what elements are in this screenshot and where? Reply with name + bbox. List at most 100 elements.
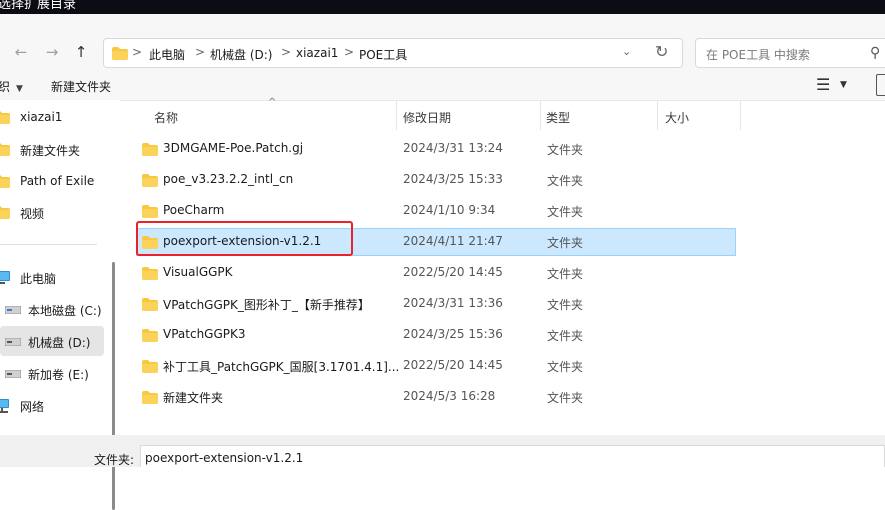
file-date: 2024/5/3 16:28 — [403, 389, 496, 403]
forward-button[interactable]: → — [41, 41, 63, 63]
folder-icon — [0, 206, 10, 219]
sidebar-item-path-of-exile[interactable]: Path of Exile — [0, 166, 104, 196]
folder-icon — [0, 111, 10, 124]
breadcrumb-separator: > — [132, 45, 143, 59]
folder-icon — [142, 391, 158, 404]
file-date: 2022/5/20 14:45 — [403, 358, 503, 372]
column-header-size[interactable]: 大小 — [665, 109, 689, 126]
file-type: 文件夹 — [547, 205, 584, 219]
address-history-dropdown[interactable]: ⌄ — [622, 45, 631, 58]
search-box[interactable]: 在 POE工具 中搜索 ⚲ — [695, 38, 885, 68]
sidebar-item-drive-e[interactable]: 新加卷 (E:) — [0, 358, 104, 388]
command-bar: 织 ▼ 新建文件夹 ☰ ▼ — [0, 70, 885, 101]
folder-name-input[interactable]: poexport-extension-v1.2.1 — [140, 445, 885, 467]
drive-icon — [5, 338, 21, 346]
file-name: 补丁工具_PatchGGPK_国服[3.1701.4.1]... — [163, 360, 400, 374]
folder-icon — [142, 143, 158, 156]
details-pane-button[interactable] — [876, 74, 885, 96]
view-options-icon[interactable]: ☰ — [816, 75, 830, 94]
file-name: VisualGGPK — [163, 265, 233, 279]
column-header-name[interactable]: 名称 — [154, 109, 178, 126]
file-date: 2024/3/31 13:36 — [403, 296, 503, 310]
search-placeholder: 在 POE工具 中搜索 — [706, 48, 810, 62]
breadcrumb-xiazai1[interactable]: xiazai1 — [296, 46, 338, 60]
column-header-modified[interactable]: 修改日期 — [403, 109, 451, 126]
file-row[interactable]: 新建文件夹 2024/5/3 16:28 文件夹 — [136, 383, 736, 411]
refresh-icon[interactable]: ↻ — [655, 42, 668, 61]
up-button[interactable]: ↑ — [70, 41, 92, 63]
sidebar-item-label: xiazai1 — [20, 110, 63, 124]
file-row[interactable]: VPatchGGPK_图形补丁_【新手推荐】 2024/3/31 13:36 文… — [136, 290, 736, 318]
file-date: 2024/4/11 21:47 — [403, 234, 503, 248]
breadcrumb-separator: > — [344, 45, 355, 59]
sidebar-item-label: 此电脑 — [20, 272, 57, 286]
sidebar-scrollbar[interactable] — [112, 262, 115, 510]
navigation-pane: xiazai1 新建文件夹 Path of Exile 视频 此电脑 本地磁盘 … — [0, 100, 120, 510]
file-row[interactable]: poe_v3.23.2.2_intl_cn 2024/3/25 15:33 文件… — [136, 166, 736, 194]
divider — [0, 244, 97, 245]
folder-field-label: 文件夹: — [94, 453, 135, 467]
sidebar-item-drive-d[interactable]: 机械盘 (D:) — [0, 326, 104, 356]
sidebar-item-label: Path of Exile — [20, 174, 95, 188]
folder-selection-bar: 文件夹: poexport-extension-v1.2.1 — [0, 435, 885, 467]
column-header-type[interactable]: 类型 — [546, 109, 570, 126]
file-row[interactable]: VisualGGPK 2022/5/20 14:45 文件夹 — [136, 259, 736, 287]
title-bar: 选择扩展目录 — [0, 0, 885, 14]
sidebar-item-xiazai1[interactable]: xiazai1 — [0, 102, 104, 132]
sidebar-item-label: 网络 — [20, 400, 45, 414]
column-divider[interactable] — [657, 100, 658, 130]
sidebar-item-label: 视频 — [20, 207, 45, 221]
file-type: 文件夹 — [547, 298, 584, 312]
file-name: PoeCharm — [163, 203, 225, 217]
file-date: 2024/3/31 13:24 — [403, 141, 503, 155]
sidebar-item-drive-c[interactable]: 本地磁盘 (C:) — [0, 294, 104, 324]
breadcrumb-separator: > — [281, 45, 292, 59]
column-divider[interactable] — [396, 100, 397, 130]
file-date: 2024/1/10 9:34 — [403, 203, 496, 217]
address-bar[interactable]: > 此电脑 > 机械盘 (D:) > xiazai1 > POE工具 ⌄ ↻ — [103, 38, 683, 68]
file-row[interactable]: 补丁工具_PatchGGPK_国服[3.1701.4.1]... 2022/5/… — [136, 352, 736, 380]
folder-icon — [0, 175, 10, 188]
file-type: 文件夹 — [547, 174, 584, 188]
chevron-down-icon[interactable]: ▼ — [840, 80, 847, 90]
column-header-row: ^ 名称 修改日期 类型 大小 — [121, 97, 885, 130]
sidebar-item-label: 新建文件夹 — [20, 144, 81, 158]
column-divider[interactable] — [740, 100, 741, 130]
file-type: 文件夹 — [547, 329, 584, 343]
sidebar-item-label: 新加卷 (E:) — [28, 368, 89, 382]
network-icon — [0, 399, 9, 413]
file-name: 3DMGAME-Poe.Patch.gj — [163, 141, 304, 155]
folder-icon — [142, 205, 158, 218]
sidebar-item-network[interactable]: 网络 — [0, 390, 104, 420]
file-name: 新建文件夹 — [163, 391, 224, 405]
file-type: 文件夹 — [547, 236, 584, 250]
breadcrumb-drive-d[interactable]: 机械盘 (D:) — [210, 46, 272, 63]
file-name: VPatchGGPK_图形补丁_【新手推荐】 — [163, 298, 370, 312]
sidebar-item-label: 机械盘 (D:) — [28, 336, 91, 350]
folder-icon — [142, 298, 158, 311]
folder-icon — [142, 329, 158, 342]
sidebar-item-videos[interactable]: 视频 — [0, 197, 104, 227]
file-row[interactable]: 3DMGAME-Poe.Patch.gj 2024/3/31 13:24 文件夹 — [136, 135, 736, 163]
organize-button[interactable]: 织 ▼ — [0, 78, 23, 95]
new-folder-button[interactable]: 新建文件夹 — [51, 78, 111, 95]
sidebar-item-new-folder[interactable]: 新建文件夹 — [0, 134, 104, 164]
organize-label: 织 — [0, 80, 11, 94]
folder-icon — [142, 174, 158, 187]
folder-name-value: poexport-extension-v1.2.1 — [145, 451, 304, 465]
file-date: 2024/3/25 15:33 — [403, 172, 503, 186]
file-name: VPatchGGPK3 — [163, 327, 246, 341]
sidebar-item-this-pc[interactable]: 此电脑 — [0, 262, 104, 292]
file-row[interactable]: VPatchGGPK3 2024/3/25 15:36 文件夹 — [136, 321, 736, 349]
breadcrumb-poe-tools[interactable]: POE工具 — [359, 46, 407, 63]
column-divider[interactable] — [540, 100, 541, 130]
back-button[interactable]: ← — [10, 41, 32, 63]
file-type: 文件夹 — [547, 143, 584, 157]
folder-icon — [142, 360, 158, 373]
breadcrumb-this-pc[interactable]: 此电脑 — [149, 46, 185, 63]
search-icon[interactable]: ⚲ — [870, 45, 880, 61]
file-type: 文件夹 — [547, 267, 584, 281]
file-type: 文件夹 — [547, 391, 584, 405]
sidebar-item-label: 本地磁盘 (C:) — [28, 304, 102, 318]
navigation-bar: ← → ↑ > 此电脑 > 机械盘 (D:) > xiazai1 > POE工具… — [0, 14, 885, 70]
